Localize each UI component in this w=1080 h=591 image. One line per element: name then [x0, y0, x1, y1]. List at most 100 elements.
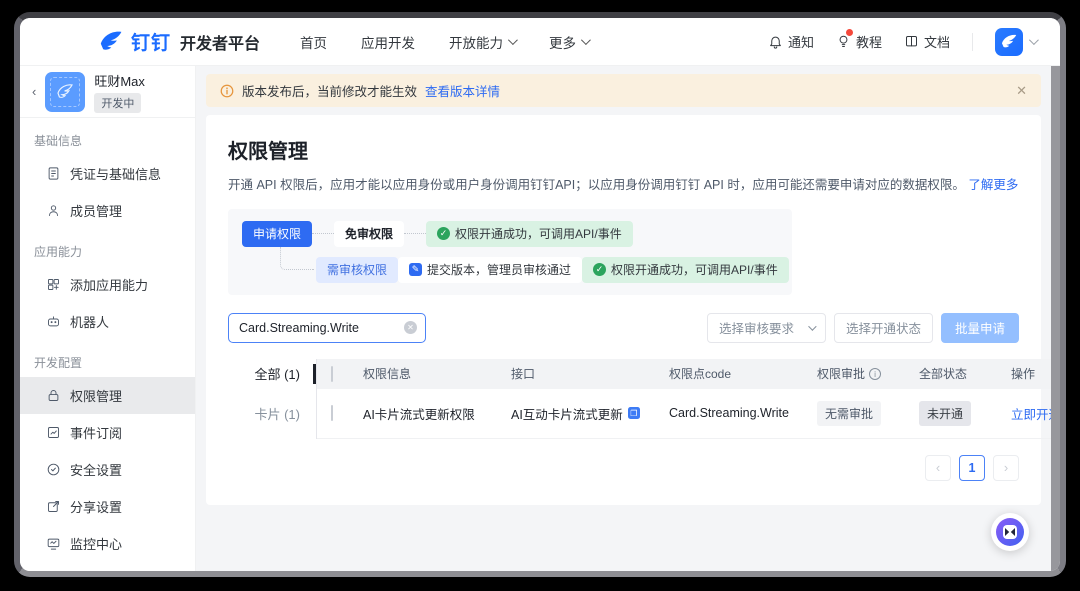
share-edit-icon	[46, 499, 61, 514]
api-doc-link-icon[interactable]: ❐	[628, 407, 640, 419]
sidebar-item-robot[interactable]: 机器人	[20, 303, 195, 340]
nav-item-app-dev[interactable]: 应用开发	[361, 32, 415, 52]
permission-search-box: ✕	[228, 313, 426, 343]
success-node-2: ✓ 权限开通成功，可调用API/事件	[582, 257, 789, 283]
check-icon: ✓	[593, 263, 606, 276]
flow-connector	[280, 247, 314, 270]
cell-code: Card.Streaming.Write	[669, 406, 817, 420]
user-menu[interactable]	[995, 28, 1036, 56]
assistant-gradient-ring	[996, 518, 1024, 546]
docs-button[interactable]: 文档	[904, 32, 950, 51]
filter-group: 选择审核要求 选择开通状态 批量申请	[707, 313, 1019, 343]
search-input[interactable]	[239, 321, 404, 335]
category-tabs: 全部 (1) 卡片 (1)	[228, 359, 316, 439]
flow-connector	[312, 233, 334, 234]
banner-text: 版本发布后，当前修改才能生效	[242, 81, 417, 100]
close-icon[interactable]: ✕	[1016, 83, 1027, 99]
assistant-bird-icon	[1003, 525, 1017, 539]
permission-flow-diagram: 申请权限 免审权限 ✓ 权限开通成功，可调用API/事件 需审核权限	[228, 209, 792, 295]
flow-connector	[404, 233, 426, 234]
learn-more-link[interactable]: 了解更多	[968, 178, 1018, 192]
event-icon	[46, 425, 61, 440]
sidebar-item-event-subscription[interactable]: 事件订阅	[20, 414, 195, 451]
brand-name: 钉钉	[131, 28, 171, 55]
nav-menu: 首页 应用开发 开放能力 更多	[300, 32, 588, 52]
flow-row-2: 需审核权限 ✎ 提交版本，管理员审核通过 ✓ 权限开通成功，可调用API/事件	[316, 257, 778, 283]
assistant-float-button[interactable]	[991, 513, 1029, 551]
main-content: 版本发布后，当前修改才能生效 查看版本详情 ✕ 权限管理 开通 API 权限后，…	[196, 66, 1051, 571]
open-now-link[interactable]: 立即开通	[1011, 408, 1051, 422]
sidebar-item-security[interactable]: 安全设置	[20, 451, 195, 488]
bell-icon	[768, 34, 783, 49]
clear-search-icon[interactable]: ✕	[404, 321, 417, 334]
divider	[972, 33, 973, 51]
next-page-button[interactable]: ›	[993, 455, 1019, 481]
active-tab-indicator	[313, 364, 316, 384]
tab-card[interactable]: 卡片 (1)	[228, 389, 316, 439]
review-badge: 无需审批	[817, 401, 881, 426]
book-icon	[904, 34, 919, 49]
avatar	[995, 28, 1023, 56]
app-header: ‹ 旺财Max 开发中	[20, 66, 195, 118]
sidebar-item-monitor[interactable]: 监控中心	[20, 525, 195, 562]
vertical-scrollbar[interactable]	[1051, 66, 1060, 571]
batch-apply-button[interactable]: 批量申请	[941, 313, 1019, 343]
section-title-release: 应用发布	[20, 562, 195, 571]
row-checkbox[interactable]	[331, 405, 333, 421]
prev-page-button[interactable]: ‹	[925, 455, 951, 481]
dingtalk-wing-icon	[55, 82, 75, 102]
flow-row-1: 申请权限 免审权限 ✓ 权限开通成功，可调用API/事件	[242, 221, 778, 247]
select-all-checkbox[interactable]	[331, 366, 333, 382]
app-status-badge: 开发中	[94, 93, 141, 113]
chevron-down-icon	[808, 322, 816, 330]
info-icon[interactable]: i	[869, 368, 881, 380]
page-1-button[interactable]: 1	[959, 455, 985, 481]
open-status-select[interactable]: 选择开通状态	[834, 313, 933, 343]
notification-button[interactable]: 通知	[768, 32, 814, 51]
column-header-review: 权限审批 i	[817, 365, 919, 382]
nav-item-more[interactable]: 更多	[549, 32, 588, 52]
info-icon	[220, 84, 234, 98]
sidebar-item-share-settings[interactable]: 分享设置	[20, 488, 195, 525]
cell-api: AI互动卡片流式更新 ❐	[511, 404, 669, 423]
nav-item-home[interactable]: 首页	[300, 32, 327, 52]
page-title: 权限管理	[228, 135, 1019, 164]
tutorial-button[interactable]: 教程	[836, 32, 882, 51]
notification-dot	[846, 29, 853, 36]
review-requirement-select[interactable]: 选择审核要求	[707, 313, 826, 343]
table-row: AI卡片流式更新权限 AI互动卡片流式更新 ❐ Card.Streaming.W…	[317, 389, 1051, 439]
robot-icon	[46, 314, 61, 329]
chevron-down-icon	[581, 35, 591, 45]
table-header-row: 权限信息 接口 权限点code 权限审批 i 全部状态 操作	[317, 359, 1051, 389]
capability-grid-icon	[46, 277, 61, 292]
sidebar-item-credentials[interactable]: 凭证与基础信息	[20, 155, 195, 192]
top-navbar: 钉钉 开发者平台 首页 应用开发 开放能力 更多 通知 教程 文档	[20, 18, 1060, 66]
version-banner: 版本发布后，当前修改才能生效 查看版本详情 ✕	[206, 74, 1041, 107]
dingtalk-wing-icon	[98, 29, 124, 55]
column-header-action: 操作	[1011, 365, 1051, 382]
collapse-sidebar-button[interactable]: ‹	[32, 84, 36, 99]
lock-icon	[46, 388, 61, 403]
dingtalk-wing-icon	[1000, 33, 1018, 51]
sidebar-item-permissions[interactable]: 权限管理	[20, 377, 195, 414]
submit-doc-icon: ✎	[409, 263, 422, 276]
status-badge: 未开通	[919, 401, 971, 426]
sidebar: ‹ 旺财Max 开发中 基础信息 凭证与基础信息 添加应用能力 成员管理 应用能…	[20, 66, 196, 571]
view-version-details-link[interactable]: 查看版本详情	[425, 81, 500, 100]
page-description: 开通 API 权限后，应用才能以应用身份或用户身份调用钉钉API；以应用身份调用…	[228, 176, 1019, 195]
pagination: ‹ 1 ›	[228, 455, 1019, 481]
column-header-code: 权限点code	[669, 365, 817, 382]
no-review-node: 免审权限	[334, 221, 404, 247]
tab-all[interactable]: 全部 (1)	[228, 359, 316, 389]
table-toolbar: ✕ 选择审核要求 选择开通状态 批量申请	[228, 313, 1019, 343]
brand-logo[interactable]: 钉钉 开发者平台	[98, 28, 260, 55]
nav-right-tools: 通知 教程 文档	[768, 28, 1036, 56]
bulb-icon	[836, 34, 851, 49]
sidebar-item-members[interactable]: 添加应用能力 成员管理	[20, 192, 195, 229]
column-header-status: 全部状态	[919, 365, 1011, 382]
apply-permission-button[interactable]: 申请权限	[242, 221, 312, 247]
need-review-node: 需审核权限	[316, 257, 398, 283]
column-header-permission: 权限信息	[363, 365, 511, 382]
nav-item-open-capability[interactable]: 开放能力	[449, 32, 515, 52]
sidebar-item-add-capability[interactable]: 添加应用能力	[20, 266, 195, 303]
